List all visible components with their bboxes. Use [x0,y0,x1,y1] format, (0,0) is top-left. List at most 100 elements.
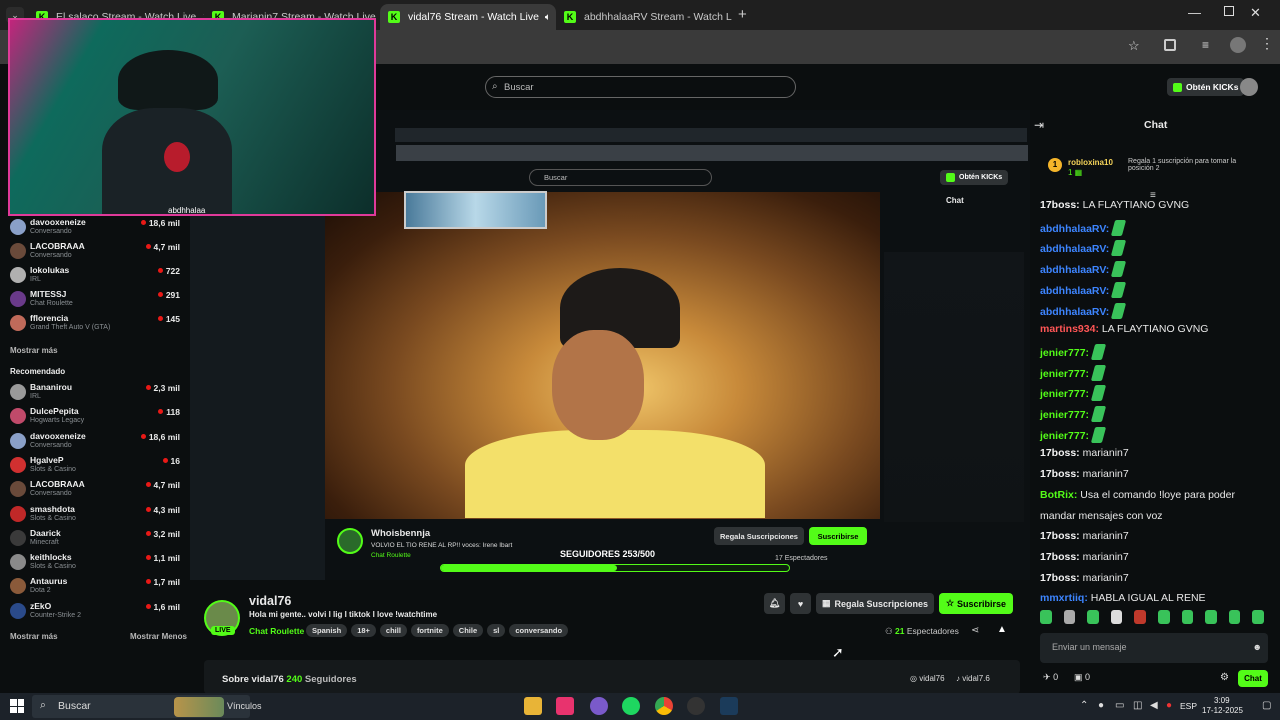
sidebar-channel[interactable]: MITESSJ Chat Roulette 291 [8,288,184,314]
language-indicator[interactable]: ESP [1180,701,1197,711]
get-kicks-button[interactable]: Obtén KICKs [1167,78,1245,96]
channel-name[interactable]: vidal76 [249,594,291,608]
quick-emote-icon[interactable] [1040,610,1052,624]
quick-emote-icon[interactable] [1134,610,1146,624]
sidebar-channel[interactable]: keithlocks Slots & Casino 1,1 mil [8,551,184,577]
obs-app-icon[interactable] [687,697,705,715]
quick-emote-icon[interactable] [1181,610,1194,624]
follow-heart-button[interactable]: ♥ [790,593,811,614]
report-icon[interactable]: ▲ [997,624,1007,635]
sidebar-channel[interactable]: LACOBRAAA Conversando 4,7 mil [8,478,184,504]
chat-username[interactable]: mmxrtiiq: [1040,592,1088,604]
show-less-link[interactable]: Mostrar Menos [130,632,187,641]
stream-tag[interactable]: sl [487,624,506,637]
chat-username[interactable]: jenier777: [1040,430,1089,442]
quick-emote-icon[interactable] [1157,610,1170,624]
chat-username[interactable]: abdhhalaaRV: [1040,264,1109,276]
notification-bell-button[interactable]: 🔔︎ [764,593,785,614]
show-more-recommended-link[interactable]: Mostrar más [10,632,58,641]
chat-username[interactable]: BotRix: [1040,489,1077,501]
vpn-icon[interactable]: ● [1166,700,1172,711]
chat-username[interactable]: jenier777: [1040,347,1089,359]
emoji-icon[interactable]: ☻ [1253,642,1262,652]
subscribe-button[interactable]: ☆ Suscribirse [939,593,1013,614]
network-icon[interactable]: ◫ [1133,700,1142,711]
quick-emote-icon[interactable] [1205,610,1217,624]
chat-username[interactable]: abdhhalaaRV: [1040,306,1109,318]
sidebar-channel[interactable]: HgalveP Slots & Casino 16 [8,454,184,480]
sidebar-channel[interactable]: DulcePepita Hogwarts Legacy 118 [8,405,184,431]
tab-abdhhalaarv[interactable]: KabdhhalaaRV Stream - Watch Live✕ [556,4,732,30]
chat-input[interactable]: Enviar un mensaje ☻ [1040,633,1268,663]
kicks-counter[interactable]: ✈ 0 [1043,672,1058,683]
notifications-icon[interactable]: ▢ [1262,700,1271,711]
battery-icon[interactable]: ▭ [1115,700,1124,711]
stream-tag[interactable]: Spanish [306,624,348,637]
discord-app-icon[interactable] [590,697,608,715]
user-avatar[interactable] [1240,78,1258,96]
search-input[interactable]: ⌕ Buscar [485,76,796,98]
extensions-icon[interactable] [1164,39,1176,51]
stream-tag[interactable]: 18+ [351,624,376,637]
chat-username[interactable]: 17boss: [1040,551,1080,563]
chat-username[interactable]: 17boss: [1040,572,1080,584]
volume-icon[interactable]: ◀ [1150,700,1158,711]
sidebar-channel[interactable]: LACOBRAAA Conversando 4,7 mil [8,240,184,266]
chat-username[interactable]: martins934: [1040,323,1099,335]
quick-emote-icon[interactable] [1228,610,1241,624]
sidebar-channel[interactable]: zEkO Counter-Strike 2 1,6 mil [8,600,184,626]
instagram-link[interactable]: ◎ vidal76 [910,674,945,683]
chat-username[interactable]: 17boss: [1040,530,1080,542]
tiktok-link[interactable]: ♪ vidal7.6 [956,674,990,683]
sidebar-channel[interactable]: lokolukas IRL 722 [8,264,184,290]
spotify-app-icon[interactable] [622,697,640,715]
bookmark-star-icon[interactable]: ☆ [1128,38,1140,54]
maximize-icon[interactable] [1224,6,1234,16]
chat-username[interactable]: jenier777: [1040,368,1089,380]
show-more-link[interactable]: Mostrar más [10,346,58,355]
windows-start-icon[interactable] [10,699,24,713]
sidebar-channel[interactable]: Bananirou IRL 2,3 mil [8,381,184,407]
quick-emote-icon[interactable] [1087,610,1099,624]
send-chat-button[interactable]: Chat [1238,670,1268,687]
sidebar-channel[interactable]: smashdota Slots & Casino 4,3 mil [8,503,184,529]
stream-tag[interactable]: Chile [452,624,484,637]
window-close-icon[interactable]: ✕ [1250,5,1261,21]
widget-label[interactable]: Vínculos [227,701,262,711]
sidebar-channel[interactable]: Daarick Minecraft 3,2 mil [8,527,184,553]
quick-emote-icon[interactable] [1252,610,1264,624]
sidebar-channel[interactable]: Antaurus Dota 2 1,7 mil [8,575,184,601]
chat-username[interactable]: abdhhalaaRV: [1040,243,1109,255]
stream-tag[interactable]: conversando [509,624,569,637]
quick-emote-icon[interactable] [1110,610,1123,624]
tray-chevron-icon[interactable]: ⌃ [1080,700,1088,711]
chrome-app-icon[interactable] [655,697,673,715]
sidebar-channel[interactable]: fflorencia Grand Theft Auto V (GTA) 145 [8,312,184,338]
sidebar-channel[interactable]: davooxeneize Conversando 18,6 mil [8,430,184,456]
minimize-icon[interactable]: — [1188,5,1201,20]
collapse-chat-icon[interactable]: ⇥ [1034,118,1044,132]
gifts-counter[interactable]: ▣ 0 [1074,672,1090,683]
tab-vidal76[interactable]: Kvidal76 Stream - Watch Live🔈︎✕ [380,4,556,30]
chat-username[interactable]: jenier777: [1040,388,1089,400]
chat-username[interactable]: jenier777: [1040,409,1089,421]
stream-tag[interactable]: chill [379,624,407,637]
microphone-icon[interactable]: ● [1098,700,1104,711]
chat-username[interactable]: 17boss: [1040,199,1080,211]
stream-tag[interactable]: fortnite [410,624,449,637]
tiktok-app-icon[interactable] [556,697,574,715]
media-control-icon[interactable]: ≡ [1202,38,1209,52]
profile-avatar[interactable] [1230,37,1246,53]
stream-category[interactable]: Chat Roulette [249,626,304,636]
steam-app-icon[interactable] [720,697,738,715]
chat-username[interactable]: 17boss: [1040,447,1080,459]
chat-username[interactable]: abdhhalaaRV: [1040,285,1109,297]
clock-time[interactable]: 3:09 [1214,696,1230,705]
file-explorer-icon[interactable] [524,697,542,715]
chat-settings-icon[interactable]: ⚙ [1220,672,1229,683]
quick-emote-icon[interactable] [1063,610,1076,624]
clock-date[interactable]: 17-12-2025 [1202,706,1243,715]
share-icon[interactable]: ⋖ [971,625,979,636]
sidebar-channel[interactable]: davooxeneize Conversando 18,6 mil [8,216,184,242]
chat-username[interactable]: abdhhalaaRV: [1040,223,1109,235]
